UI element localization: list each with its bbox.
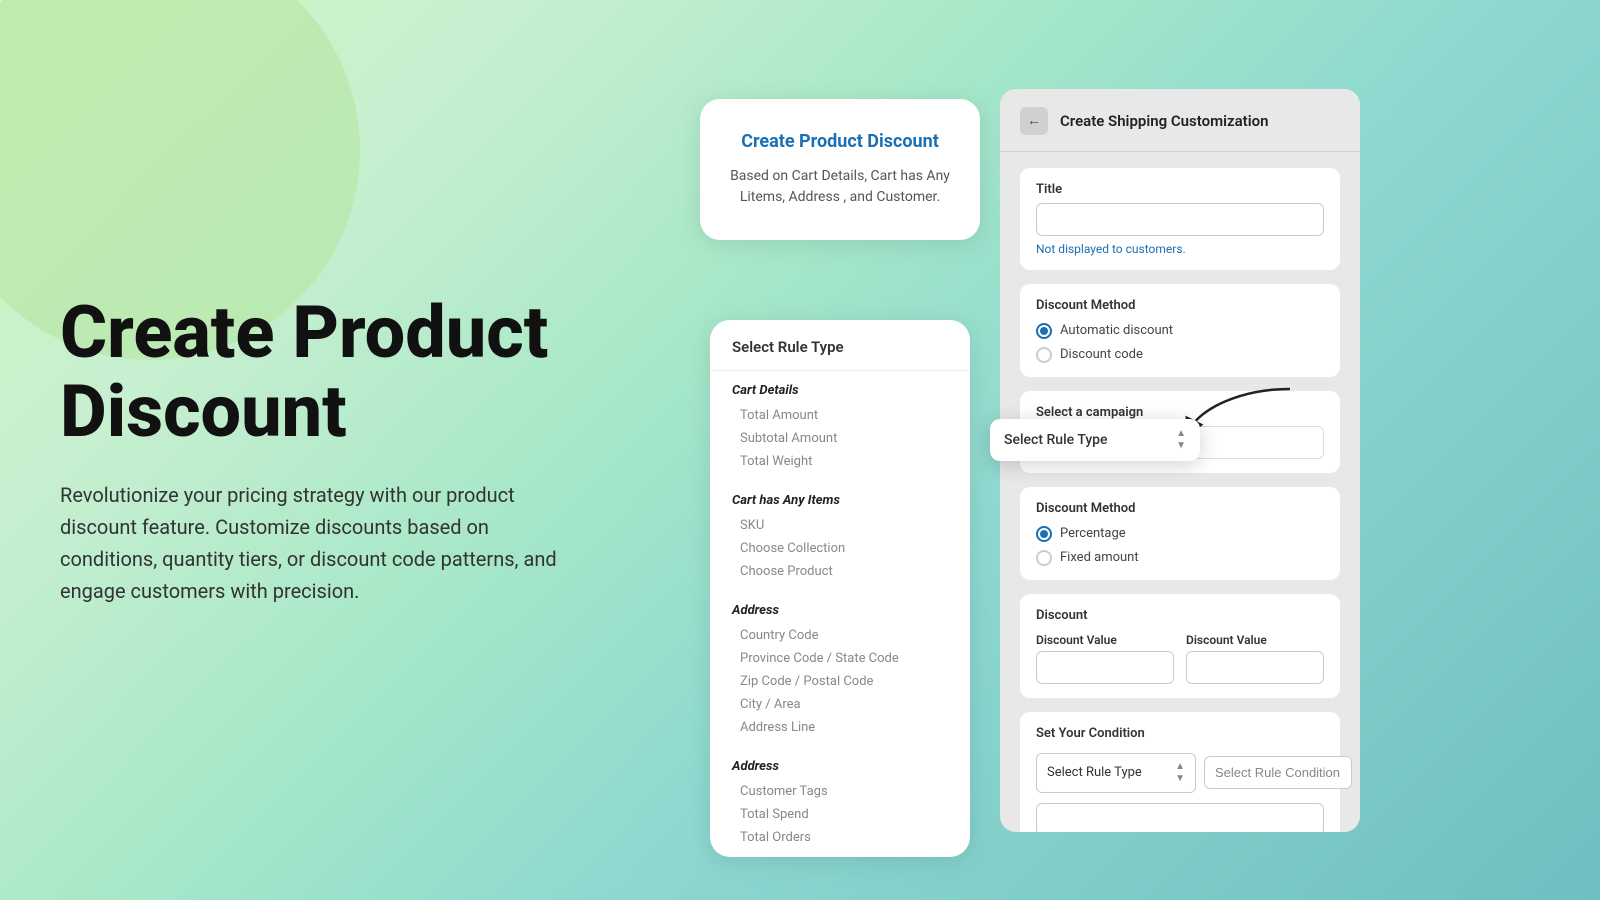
rule-subtotal-amount[interactable]: Subtotal Amount — [732, 427, 948, 450]
shipping-card-title: Create Shipping Customization — [1060, 112, 1268, 130]
rule-type-card: Select Rule Type Cart Details Total Amou… — [710, 320, 970, 857]
info-card: Create Product Discount Based on Cart De… — [700, 99, 980, 240]
rule-type-chevron-icon: ▲ ▼ — [1175, 762, 1185, 784]
discount-method-section-1: Discount Method Automatic discount Disco… — [1020, 284, 1340, 377]
rule-sku[interactable]: SKU — [732, 514, 948, 537]
rule-city[interactable]: City / Area — [732, 693, 948, 716]
discount-method-section-2: Discount Method Percentage Fixed amount — [1020, 487, 1340, 580]
discount-method-2-label: Discount Method — [1036, 501, 1324, 516]
rule-total-spend[interactable]: Total Spend — [732, 803, 948, 826]
rule-customer-tags[interactable]: Customer Tags — [732, 780, 948, 803]
discount-value-2-input[interactable] — [1186, 651, 1324, 684]
cart-details-section: Cart Details Total Amount Subtotal Amoun… — [710, 371, 970, 481]
radio-fixed-amount[interactable]: Fixed amount — [1036, 550, 1324, 566]
rule-type-header: Select Rule Type — [710, 320, 970, 371]
discount-method-2-options: Percentage Fixed amount — [1036, 526, 1324, 566]
radio-percentage[interactable]: Percentage — [1036, 526, 1324, 542]
address-title-1: Address — [732, 603, 948, 618]
discount-value-1-input[interactable] — [1036, 651, 1174, 684]
condition-value-input[interactable] — [1036, 803, 1324, 832]
cards-section: Create Product Discount Based on Cart De… — [700, 59, 1540, 842]
radio-automatic-dot — [1036, 323, 1052, 339]
cart-any-items-title: Cart has Any Items — [732, 493, 948, 508]
cart-details-title: Cart Details — [732, 383, 948, 398]
radio-percentage-dot — [1036, 526, 1052, 542]
title-form-group: Title Not displayed to customers. — [1036, 182, 1324, 256]
select-rule-condition-dropdown[interactable]: Select Rule Condition — [1204, 756, 1352, 789]
title-label: Title — [1036, 182, 1324, 197]
title-input[interactable] — [1036, 203, 1324, 236]
info-card-title: Create Product Discount — [728, 131, 952, 152]
radio-automatic[interactable]: Automatic discount — [1036, 323, 1324, 339]
floating-dropdown-label: Select Rule Type — [1004, 432, 1108, 448]
rule-choose-collection[interactable]: Choose Collection — [732, 537, 948, 560]
hero-description: Revolutionize your pricing strategy with… — [60, 479, 580, 607]
select-rule-type-box[interactable]: Select Rule Type ▲ ▼ — [1036, 753, 1196, 793]
radio-discount-code-dot — [1036, 347, 1052, 363]
rule-total-orders[interactable]: Total Orders — [732, 826, 948, 849]
back-arrow-icon: ← — [1027, 112, 1041, 129]
cart-any-items-section: Cart has Any Items SKU Choose Collection… — [710, 481, 970, 591]
discount-value-row: Discount Value Discount Value — [1036, 633, 1324, 684]
address-section-2: Address Customer Tags Total Spend Total … — [710, 747, 970, 857]
select-rule-type-label: Select Rule Type — [1047, 765, 1142, 780]
hero-title: Create Product Discount — [60, 293, 640, 451]
condition-row: Select Rule Type ▲ ▼ Select Rule Conditi… — [1036, 753, 1324, 793]
address-title-2: Address — [732, 759, 948, 774]
radio-discount-code[interactable]: Discount code — [1036, 347, 1324, 363]
chevron-updown-icon: ▲ ▼ — [1176, 429, 1186, 451]
discount-method-1-label: Discount Method — [1036, 298, 1324, 313]
rule-total-amount[interactable]: Total Amount — [732, 404, 948, 427]
info-card-description: Based on Cart Details, Cart has Any Lite… — [728, 166, 952, 208]
rule-address-line[interactable]: Address Line — [732, 716, 948, 739]
condition-section: Set Your Condition Select Rule Type ▲ ▼ … — [1020, 712, 1340, 832]
rule-choose-product[interactable]: Choose Product — [732, 560, 948, 583]
rule-province-code[interactable]: Province Code / State Code — [732, 647, 948, 670]
discount-col-1: Discount Value — [1036, 633, 1174, 684]
radio-fixed-amount-dot — [1036, 550, 1052, 566]
discount-section-title: Discount — [1036, 608, 1324, 623]
radio-automatic-label: Automatic discount — [1060, 323, 1173, 338]
back-button[interactable]: ← — [1020, 107, 1048, 135]
title-hint: Not displayed to customers. — [1036, 242, 1324, 256]
radio-fixed-amount-label: Fixed amount — [1060, 550, 1139, 565]
radio-discount-code-label: Discount code — [1060, 347, 1143, 362]
discount-col-2: Discount Value — [1186, 633, 1324, 684]
shipping-card-body: Title Not displayed to customers. Discou… — [1000, 152, 1360, 832]
address-section-1: Address Country Code Province Code / Sta… — [710, 591, 970, 747]
condition-title: Set Your Condition — [1036, 726, 1324, 741]
discount-value-1-label: Discount Value — [1036, 633, 1174, 647]
hero-section: Create Product Discount Revolutionize yo… — [60, 293, 640, 607]
rule-zip-code[interactable]: Zip Code / Postal Code — [732, 670, 948, 693]
discount-value-2-label: Discount Value — [1186, 633, 1324, 647]
floating-rule-dropdown[interactable]: Select Rule Type ▲ ▼ — [990, 419, 1200, 461]
rule-total-weight[interactable]: Total Weight — [732, 450, 948, 473]
rule-country-code[interactable]: Country Code — [732, 624, 948, 647]
discount-method-1-options: Automatic discount Discount code — [1036, 323, 1324, 363]
shipping-card-header: ← Create Shipping Customization — [1000, 89, 1360, 152]
radio-percentage-label: Percentage — [1060, 526, 1126, 541]
